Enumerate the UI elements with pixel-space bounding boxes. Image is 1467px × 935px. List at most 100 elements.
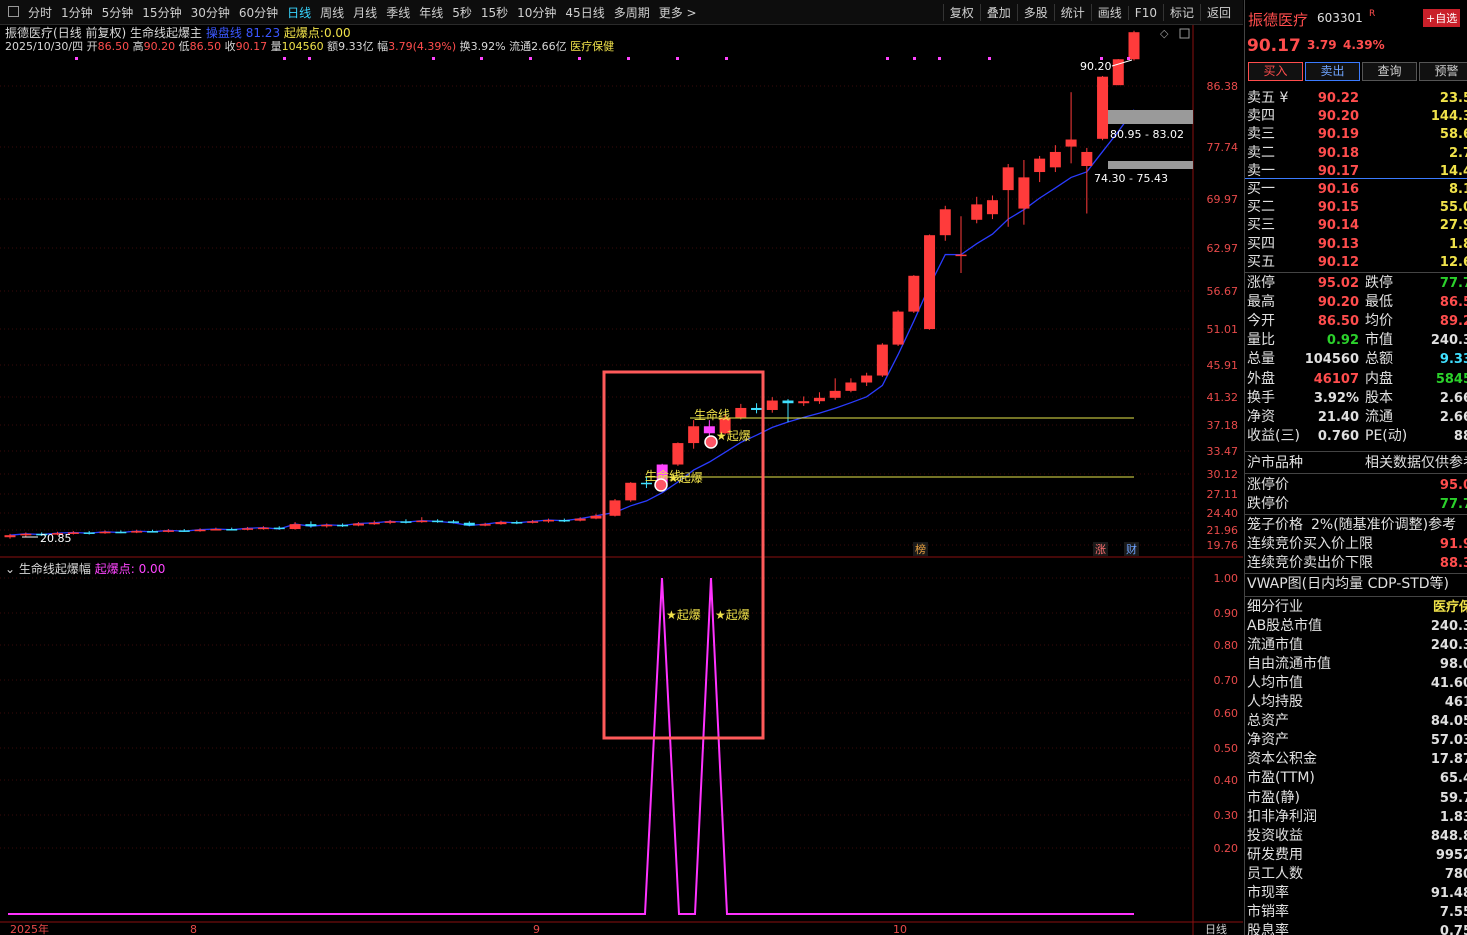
candle-body bbox=[1034, 158, 1046, 173]
signal-dot bbox=[988, 57, 991, 60]
stat-value-2: 86.5 bbox=[1439, 295, 1467, 311]
candle-body bbox=[511, 522, 523, 524]
candle-body bbox=[527, 521, 539, 523]
limit-label: 跌停价 bbox=[1247, 496, 1289, 512]
query-button[interactable]: 查询 bbox=[1362, 62, 1417, 81]
divider bbox=[1245, 272, 1467, 273]
candle-body bbox=[798, 401, 810, 404]
candle-body bbox=[892, 311, 904, 345]
candle-body bbox=[226, 529, 238, 531]
price-axis-label: 27.11 bbox=[1207, 488, 1239, 501]
ask-volume: 2.7 bbox=[1448, 145, 1467, 161]
candle-body bbox=[463, 522, 475, 526]
candle-body bbox=[845, 382, 857, 391]
candle-body bbox=[289, 524, 301, 530]
fundamental-value: 848.8 bbox=[1430, 828, 1467, 844]
candle-body bbox=[305, 524, 317, 527]
fundamental-label: 总资产 bbox=[1247, 713, 1289, 730]
ask-price: 90.18 bbox=[1317, 145, 1359, 161]
stat-value: 104560 bbox=[1304, 352, 1359, 368]
candle-body bbox=[337, 524, 349, 527]
stat-value: 0.92 bbox=[1326, 333, 1359, 349]
ask-price: 90.20 bbox=[1317, 109, 1359, 125]
stat-label: 换手 bbox=[1247, 389, 1275, 406]
sub-burst-value: 0.00 bbox=[138, 562, 166, 576]
candle-body bbox=[147, 531, 159, 533]
quote-panel: 振德医疗 603301 R +自选 90.17 3.79 4.39% 买入 卖出… bbox=[1244, 0, 1467, 935]
diamond-icon: ◇ bbox=[1160, 27, 1169, 40]
divider bbox=[1245, 514, 1467, 515]
panel-row: 量比 0.92 市值 240.3 bbox=[1247, 331, 1467, 350]
stat-value: 0.760 bbox=[1317, 428, 1359, 444]
panel-row: 沪市品种 相关数据仅供参考 bbox=[1247, 454, 1467, 473]
trade-buttons: 买入 卖出 查询 预警 bbox=[1248, 62, 1467, 81]
price-axis-label: 30.12 bbox=[1207, 468, 1239, 481]
panel-row: 连续竞价卖出价下限 88.3 bbox=[1247, 554, 1467, 573]
signal-dot bbox=[938, 57, 941, 60]
event-badge: 榜 bbox=[915, 542, 926, 556]
signal-dot bbox=[1127, 57, 1130, 60]
stat-value-2: 89.2 bbox=[1439, 314, 1467, 330]
candle-body bbox=[1018, 177, 1030, 209]
stat-value-2: 77.7 bbox=[1439, 276, 1467, 291]
market-note: 相关数据仅供参考 bbox=[1365, 455, 1467, 471]
stat-label: 最高 bbox=[1247, 294, 1275, 311]
candle-body bbox=[257, 527, 269, 530]
price-axis-label: 33.47 bbox=[1207, 445, 1239, 458]
auction-value: 91.9 bbox=[1439, 537, 1467, 552]
candle-body bbox=[672, 443, 684, 465]
panel-stock-name: 振德医疗 bbox=[1248, 11, 1309, 29]
signal-dot bbox=[725, 57, 728, 60]
date-label: 日线 bbox=[1205, 922, 1227, 935]
cage-value: 2%(随基准价调整)参考 bbox=[1311, 517, 1457, 533]
candle-body bbox=[609, 500, 621, 516]
fundamental-label: 股息率 bbox=[1247, 922, 1289, 935]
bid-price: 90.15 bbox=[1317, 200, 1359, 216]
fundamental-label: 市现率 bbox=[1247, 884, 1289, 901]
panel-row: 总资产 84.05 bbox=[1247, 712, 1467, 731]
stat-label: 今开 bbox=[1247, 313, 1275, 330]
sub-axis-label: 0.80 bbox=[1214, 639, 1239, 652]
candle-body bbox=[321, 524, 333, 527]
candle-body bbox=[861, 375, 873, 383]
panel-row: 卖三 90.19 58.6 bbox=[1247, 125, 1467, 144]
price-axis-label: 45.91 bbox=[1207, 359, 1239, 372]
sub-indicator-name[interactable]: 生命线起爆幅 bbox=[19, 562, 91, 576]
bid-label: 买四 bbox=[1247, 235, 1275, 252]
fundamental-value: 84.05 bbox=[1430, 714, 1467, 730]
signal-dot bbox=[1100, 57, 1103, 60]
stat-value-2: 240.3 bbox=[1430, 333, 1467, 349]
candle-body bbox=[162, 530, 174, 532]
ask-price: 90.22 bbox=[1317, 91, 1359, 106]
bid-volume: 12.6 bbox=[1439, 254, 1467, 270]
panel-row: AB股总市值 240.3 bbox=[1247, 617, 1467, 636]
kline-chart[interactable]: 86.38 77.74 69.97 62.97 56.67 51.01 45.91 41.32… bbox=[0, 0, 1243, 935]
cage-label: 笼子价格 bbox=[1247, 517, 1303, 533]
alert-button[interactable]: 预警 bbox=[1419, 62, 1467, 81]
add-watchlist-button[interactable]: +自选 bbox=[1423, 9, 1461, 27]
bid-volume: 1.8 bbox=[1448, 236, 1467, 252]
zone-upper-label: 80.95 - 83.02 bbox=[1110, 128, 1184, 141]
candle-body bbox=[368, 522, 380, 525]
fundamental-value: 65.4 bbox=[1439, 771, 1467, 787]
panel-row: 自由流通市值 98.0 bbox=[1247, 655, 1467, 674]
stat-value: 46107 bbox=[1313, 371, 1359, 387]
price-axis-label: 62.97 bbox=[1207, 242, 1239, 255]
panel-change: 3.79 bbox=[1307, 38, 1337, 52]
panel-header: 振德医疗 603301 R +自选 bbox=[1245, 0, 1467, 34]
panel-row: 卖二 90.18 2.7 bbox=[1247, 144, 1467, 163]
candle-body bbox=[273, 527, 285, 530]
date-label: 10 bbox=[893, 923, 907, 935]
fundamental-value: 1.83 bbox=[1439, 809, 1467, 825]
panel-row: 买二 90.15 55.0 bbox=[1247, 198, 1467, 217]
candle-body bbox=[115, 531, 127, 534]
fundamental-label: 细分行业 bbox=[1247, 599, 1303, 615]
price-axis-label: 24.40 bbox=[1207, 507, 1239, 520]
ask-price: 90.19 bbox=[1317, 127, 1359, 143]
candle-body bbox=[829, 390, 841, 398]
sell-button[interactable]: 卖出 bbox=[1305, 62, 1360, 81]
sub-indicator-title: ⌄ 生命线起爆幅 起爆点: 0.00 bbox=[5, 560, 165, 577]
vwap-link: VWAP图(日内均量 CDP-STD等) bbox=[1247, 576, 1450, 592]
candle-body bbox=[908, 275, 920, 312]
buy-button[interactable]: 买入 bbox=[1248, 62, 1303, 81]
